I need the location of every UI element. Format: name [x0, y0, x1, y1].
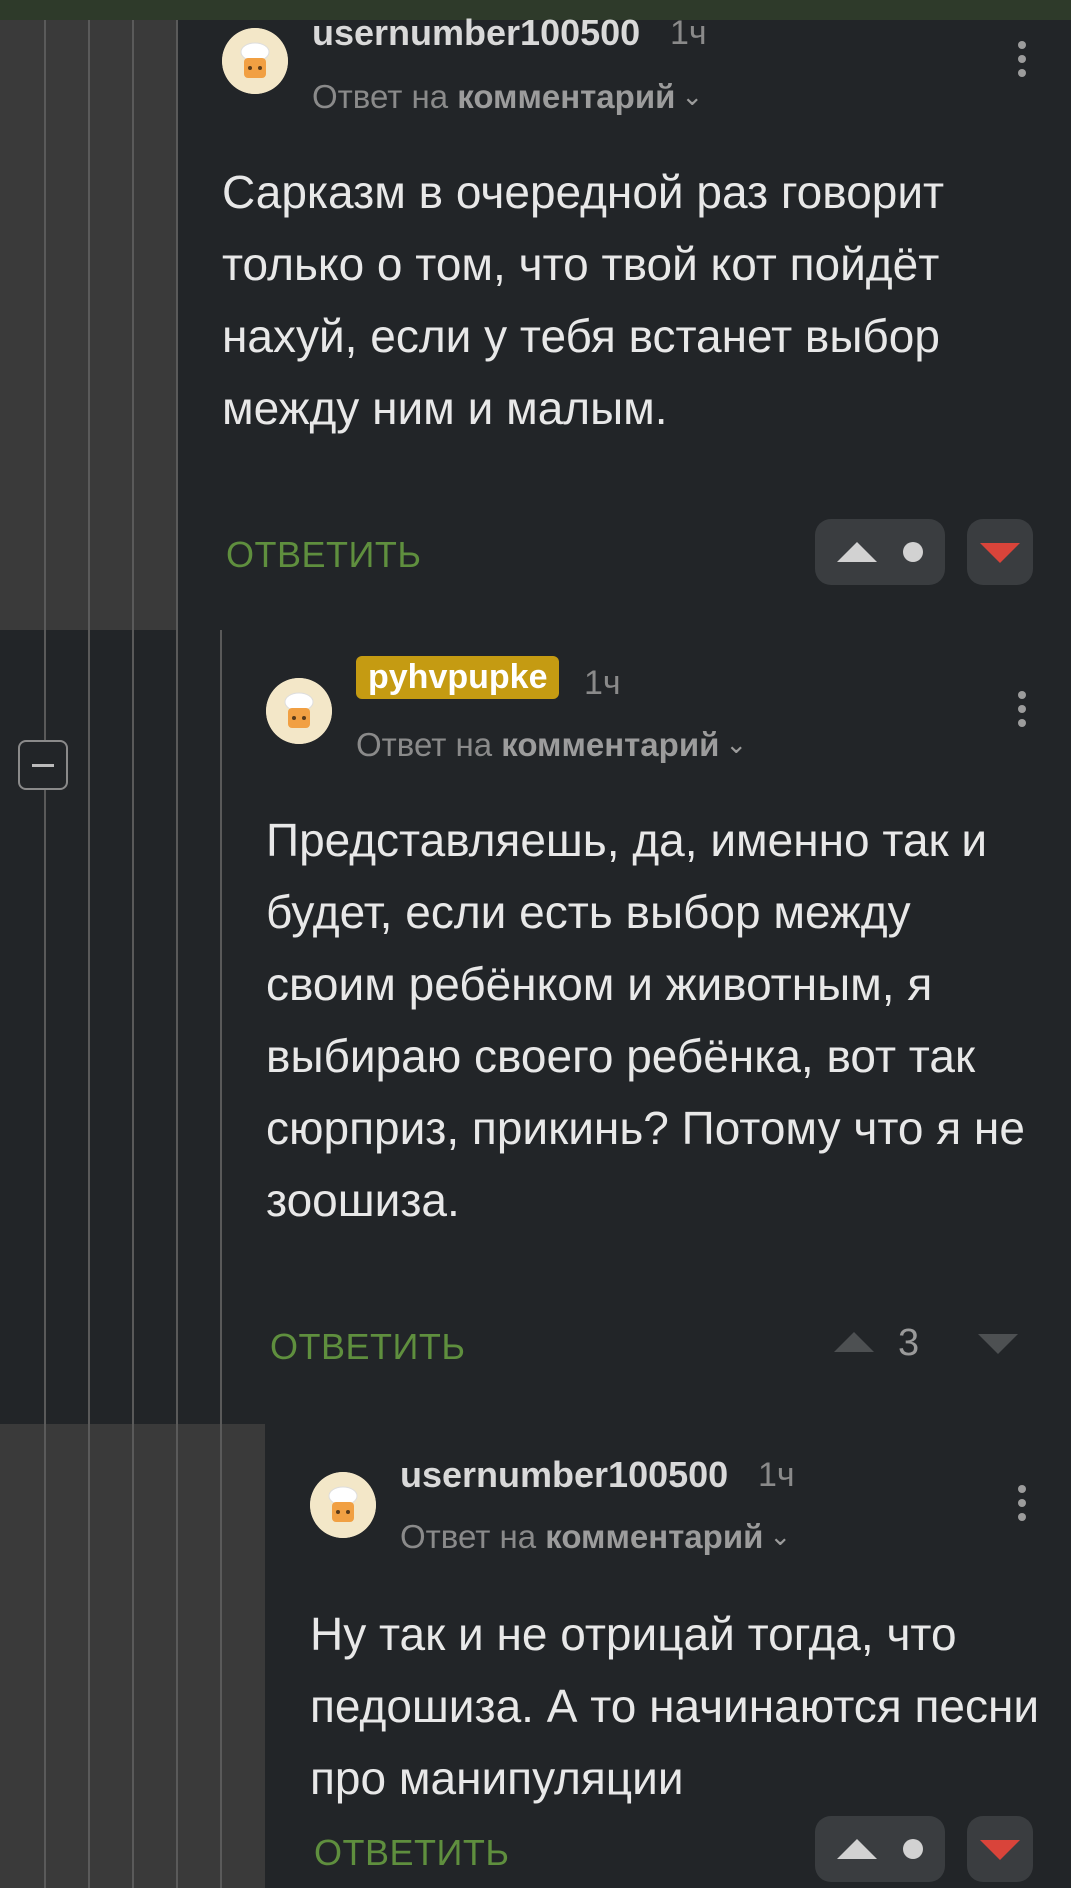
reply-prefix: Ответ на: [400, 1518, 537, 1555]
comment-time: 1ч: [758, 1456, 795, 1494]
avatar-icon[interactable]: [310, 1472, 376, 1538]
score-dot: [903, 1839, 923, 1859]
reply-target: комментарий: [545, 1518, 764, 1555]
downvote-icon[interactable]: [980, 1840, 1020, 1860]
reply-button[interactable]: ОТВЕТИТЬ: [314, 1832, 510, 1874]
upvote-pill[interactable]: [815, 1816, 945, 1882]
downvote-pill[interactable]: [967, 1816, 1033, 1882]
reply-to-link[interactable]: Ответ на комментарий ⌄: [400, 1518, 791, 1556]
upvote-icon[interactable]: [837, 1839, 877, 1859]
chevron-down-icon: ⌄: [769, 1521, 792, 1551]
kebab-menu-icon[interactable]: [1015, 1482, 1029, 1526]
comment-3: usernumber100500 1ч Ответ на комментарий…: [0, 0, 1071, 1888]
comment-body: Ну так и не отрицай тогда, что педошиза.…: [310, 1608, 1040, 1804]
comment-author[interactable]: usernumber100500: [400, 1454, 728, 1496]
